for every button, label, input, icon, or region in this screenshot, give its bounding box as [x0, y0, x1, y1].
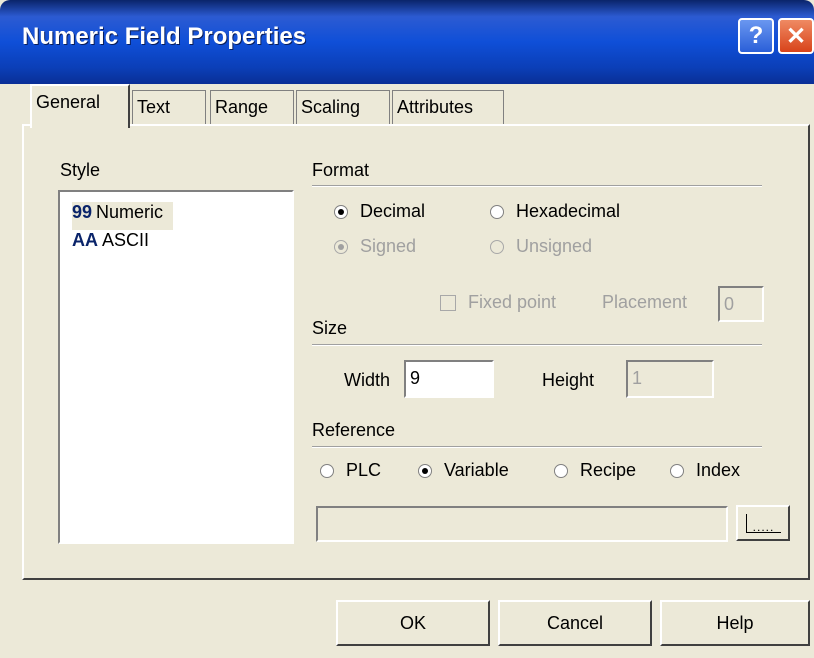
ok-label: OK [399, 612, 426, 633]
size-separator [312, 344, 762, 346]
variable-label: Variable [444, 460, 509, 480]
style-item-numeric[interactable]: 99 Numeric [72, 202, 174, 230]
tab-label: General [36, 92, 101, 112]
reference-radio-recipe[interactable]: Recipe [554, 460, 636, 481]
recipe-label: Recipe [580, 460, 637, 480]
tab-scaling[interactable]: Scaling [296, 90, 390, 126]
plc-label: PLC [346, 460, 382, 480]
help-button[interactable]: Help [660, 600, 810, 646]
style-item-ascii[interactable]: AA ASCII [72, 230, 149, 258]
checkbox-icon [440, 294, 456, 311]
height-label: Height [542, 370, 595, 390]
fixed-point-label: Fixed point [468, 292, 557, 312]
browse-button[interactable]: ..... [736, 505, 790, 541]
tab-label: Attributes [397, 97, 474, 117]
hexadecimal-label: Hexadecimal [516, 201, 621, 221]
numeric-style-icon: 99 [72, 202, 93, 222]
signed-label: Signed [360, 236, 417, 256]
fixed-point-checkbox[interactable]: Fixed point [440, 292, 556, 313]
radio-icon [670, 463, 684, 478]
radio-selected-icon [334, 204, 348, 219]
window-title: Numeric Field Properties [22, 23, 307, 50]
radio-icon [490, 204, 504, 219]
format-separator [312, 185, 762, 187]
signed-radio[interactable]: Signed [334, 236, 416, 257]
style-item-label: ASCII [102, 230, 150, 250]
ok-button[interactable]: OK [336, 600, 490, 646]
cancel-label: Cancel [546, 612, 604, 633]
style-item-label: Numeric [96, 202, 164, 222]
tab-label: Text [137, 97, 171, 117]
width-label: Width [344, 370, 391, 390]
reference-radio-index[interactable]: Index [670, 460, 740, 481]
tab-general[interactable]: General [30, 84, 130, 128]
reference-separator [312, 446, 762, 448]
tab-attributes[interactable]: Attributes [392, 90, 504, 126]
height-field[interactable]: 1 [626, 360, 714, 398]
radio-icon [320, 463, 334, 478]
help-label: Help [716, 612, 754, 633]
unsigned-label: Unsigned [516, 236, 593, 256]
tab-label: Range [215, 97, 269, 117]
tab-range[interactable]: Range [210, 90, 294, 126]
ascii-style-icon: AA [72, 230, 98, 250]
placement-label: Placement [602, 292, 688, 312]
width-field[interactable]: 9 [404, 360, 494, 398]
reference-radio-plc[interactable]: PLC [320, 460, 381, 481]
browse-icon: ..... [745, 513, 781, 533]
decimal-label: Decimal [360, 201, 426, 221]
placement-field[interactable]: 0 [718, 286, 764, 322]
hexadecimal-radio[interactable]: Hexadecimal [490, 201, 620, 222]
close-icon[interactable]: ✕ [778, 18, 814, 54]
format-label: Format [312, 160, 370, 180]
radio-icon [554, 463, 568, 478]
style-label: Style [60, 160, 101, 180]
radio-icon [490, 239, 504, 254]
radio-selected-icon [334, 239, 348, 254]
style-list[interactable]: 99 Numeric AA ASCII [58, 190, 294, 544]
reference-field[interactable] [316, 506, 728, 542]
cancel-button[interactable]: Cancel [498, 600, 652, 646]
radio-selected-icon [418, 463, 432, 478]
reference-label: Reference [312, 420, 396, 440]
reference-radio-variable[interactable]: Variable [418, 460, 509, 481]
index-label: Index [696, 460, 741, 480]
help-icon[interactable]: ? [738, 18, 774, 54]
tab-text[interactable]: Text [132, 90, 206, 126]
size-label: Size [312, 318, 348, 338]
decimal-radio[interactable]: Decimal [334, 201, 425, 222]
unsigned-radio[interactable]: Unsigned [490, 236, 592, 257]
tab-label: Scaling [301, 97, 361, 117]
